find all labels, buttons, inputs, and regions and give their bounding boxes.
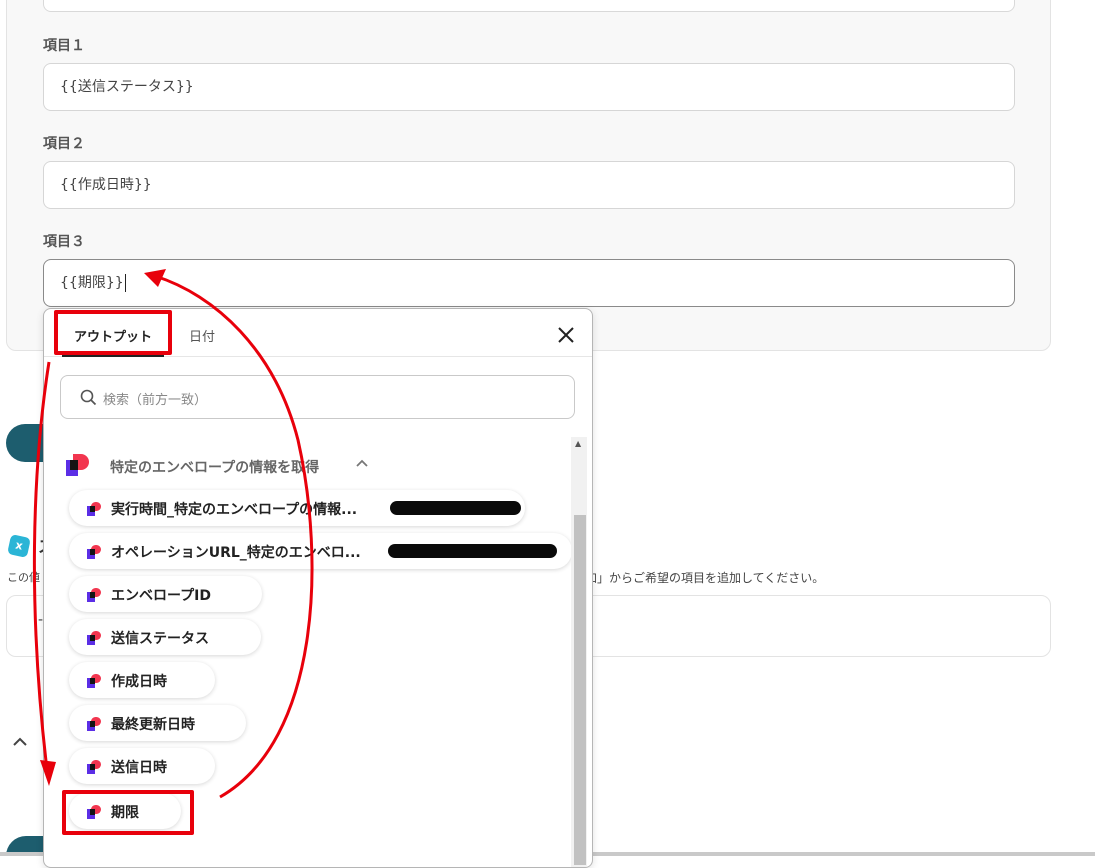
output-chip-label: 送信ステータス (111, 631, 209, 647)
scroll-up-arrow-icon[interactable]: ▲ (575, 439, 581, 448)
field-label-1: 項目１ (43, 38, 85, 54)
app-logo-icon (87, 502, 101, 516)
group-title: 特定のエンベロープの情報を取得 (110, 460, 320, 476)
output-chip[interactable]: エンベロープID (69, 576, 262, 612)
output-chip-label: 送信日時 (111, 760, 167, 776)
output-chip[interactable]: 作成日時 (69, 662, 215, 698)
output-chip-label: 最終更新日時 (111, 717, 195, 733)
helper-text-end: 追加」からご希望の項目を追加してください。 (573, 571, 825, 585)
app-logo-icon (66, 454, 89, 476)
output-chip-label: 作成日時 (111, 674, 167, 690)
redacted-value (388, 544, 557, 558)
app-badge-icon: x (7, 534, 31, 558)
field-input-1[interactable]: {{送信ステータス}} (43, 63, 1015, 111)
collapse-chevron-icon[interactable] (12, 733, 28, 752)
output-chip[interactable]: 送信ステータス (69, 619, 261, 655)
variable-picker-popup: アウトプット 日付 検索（前方一致） 特定のエンベロープの情報を取得 実行時間_… (43, 308, 593, 868)
text-caret (124, 274, 126, 292)
app-logo-icon (87, 717, 101, 731)
previous-field-input[interactable] (43, 0, 1015, 12)
helper-text-start: この値 (7, 571, 40, 584)
app-logo-icon (87, 545, 101, 559)
background-button[interactable] (6, 424, 46, 462)
tab-date[interactable]: 日付 (189, 326, 215, 345)
app-logo-icon (87, 588, 101, 602)
field-label-3: 項目３ (43, 234, 85, 250)
search-input[interactable]: 検索（前方一致） (60, 375, 575, 419)
annotation-box-deadline (62, 790, 194, 835)
app-logo-icon (87, 674, 101, 688)
output-chip-label: オペレーションURL_特定のエンベロ... (111, 545, 361, 561)
close-icon[interactable] (556, 325, 576, 345)
output-chip-label: エンベロープID (111, 588, 211, 604)
annotation-box-output-tab (54, 310, 172, 355)
search-placeholder: 検索（前方一致） (103, 393, 208, 408)
output-chip-label: 実行時間_特定のエンベロープの情報... (111, 502, 358, 518)
field-input-3[interactable]: {{期限}} (43, 259, 1015, 307)
chevron-up-icon[interactable] (355, 457, 369, 471)
field-input-2[interactable]: {{作成日時}} (43, 161, 1015, 209)
output-chip[interactable]: オペレーションURL_特定のエンベロ... (69, 533, 572, 569)
app-logo-icon (87, 631, 101, 645)
output-chip[interactable]: 最終更新日時 (69, 705, 246, 741)
output-chip[interactable]: 実行時間_特定のエンベロープの情報... (69, 490, 525, 526)
redacted-value (390, 501, 521, 515)
search-icon (80, 389, 97, 406)
scrollbar-thumb[interactable] (574, 515, 586, 865)
app-logo-icon (87, 760, 101, 774)
output-chip[interactable]: 送信日時 (69, 748, 215, 784)
field-label-2: 項目２ (43, 136, 85, 152)
field-input-3-value: {{期限}} (60, 275, 124, 291)
